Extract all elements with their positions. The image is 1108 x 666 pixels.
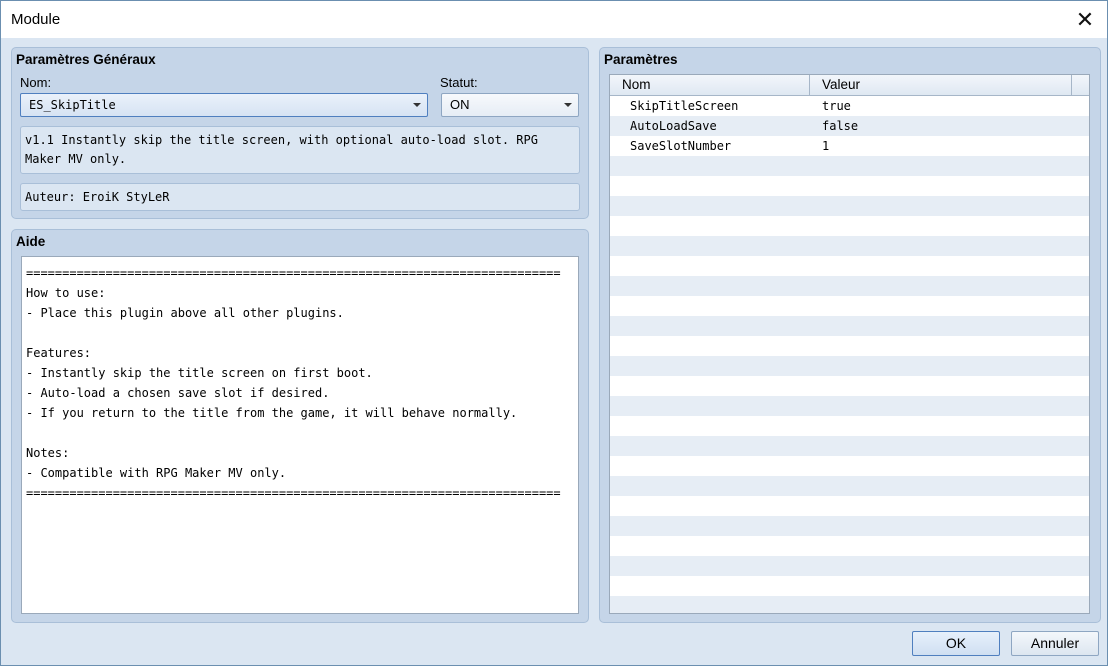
author-box: Auteur: EroiK StyLeR [20, 183, 580, 211]
empty-row [610, 356, 1089, 376]
empty-row [610, 176, 1089, 196]
status-combo-value: ON [450, 97, 470, 112]
param-name: SaveSlotNumber [630, 139, 732, 153]
empty-row [610, 256, 1089, 276]
status-combo[interactable]: ON [441, 93, 579, 117]
empty-row [610, 556, 1089, 576]
empty-row [610, 436, 1089, 456]
close-icon: ✕ [1075, 6, 1095, 32]
parameters-table-header: Nom Valeur [610, 75, 1089, 96]
table-row[interactable]: AutoLoadSave false [610, 116, 1089, 136]
name-label: Nom: [20, 75, 52, 90]
param-value: true [822, 99, 851, 113]
param-value: false [822, 119, 859, 133]
empty-row [610, 276, 1089, 296]
close-button[interactable]: ✕ [1063, 1, 1107, 38]
general-parameters-title: Paramètres Généraux [16, 52, 156, 67]
chevron-down-icon [564, 103, 572, 107]
empty-row [610, 536, 1089, 556]
empty-row [610, 316, 1089, 336]
module-dialog: Module ✕ Paramètres Généraux Nom: ES_Ski… [0, 0, 1108, 666]
parameters-title: Paramètres [604, 52, 678, 67]
empty-row [610, 236, 1089, 256]
general-parameters-panel: Paramètres Généraux Nom: ES_SkipTitle St… [11, 47, 589, 219]
help-text[interactable]: ========================================… [21, 256, 579, 614]
ok-button[interactable]: OK [912, 631, 1000, 656]
param-value: 1 [822, 139, 830, 153]
parameters-table[interactable]: Nom Valeur SkipTitleScreen true AutoLoad… [609, 74, 1090, 614]
empty-row [610, 376, 1089, 396]
empty-row [610, 576, 1089, 596]
empty-row [610, 476, 1089, 496]
parameters-rows: SkipTitleScreen true AutoLoadSave false … [610, 96, 1089, 613]
status-label: Statut: [440, 75, 478, 90]
empty-row [610, 296, 1089, 316]
empty-row [610, 196, 1089, 216]
param-name: AutoLoadSave [630, 119, 717, 133]
empty-row [610, 336, 1089, 356]
help-panel: Aide ===================================… [11, 229, 589, 623]
chevron-down-icon [413, 103, 421, 107]
empty-row [610, 596, 1089, 613]
empty-row [610, 156, 1089, 176]
description-box: v1.1 Instantly skip the title screen, wi… [20, 126, 580, 174]
empty-row [610, 456, 1089, 476]
column-header-name[interactable]: Nom [610, 75, 810, 95]
table-row[interactable]: SaveSlotNumber 1 [610, 136, 1089, 156]
name-combo-value: ES_SkipTitle [29, 98, 116, 112]
empty-row [610, 496, 1089, 516]
empty-row [610, 416, 1089, 436]
table-row[interactable]: SkipTitleScreen true [610, 96, 1089, 116]
empty-row [610, 516, 1089, 536]
help-title: Aide [16, 234, 46, 249]
column-header-value[interactable]: Valeur [810, 75, 1072, 95]
cancel-button[interactable]: Annuler [1011, 631, 1099, 656]
empty-row [610, 216, 1089, 236]
param-name: SkipTitleScreen [630, 99, 739, 113]
parameters-panel: Paramètres Nom Valeur SkipTitleScreen tr… [599, 47, 1101, 623]
name-combo[interactable]: ES_SkipTitle [20, 93, 428, 117]
title-bar: Module ✕ [1, 1, 1107, 38]
window-title: Module [11, 11, 61, 28]
empty-row [610, 396, 1089, 416]
